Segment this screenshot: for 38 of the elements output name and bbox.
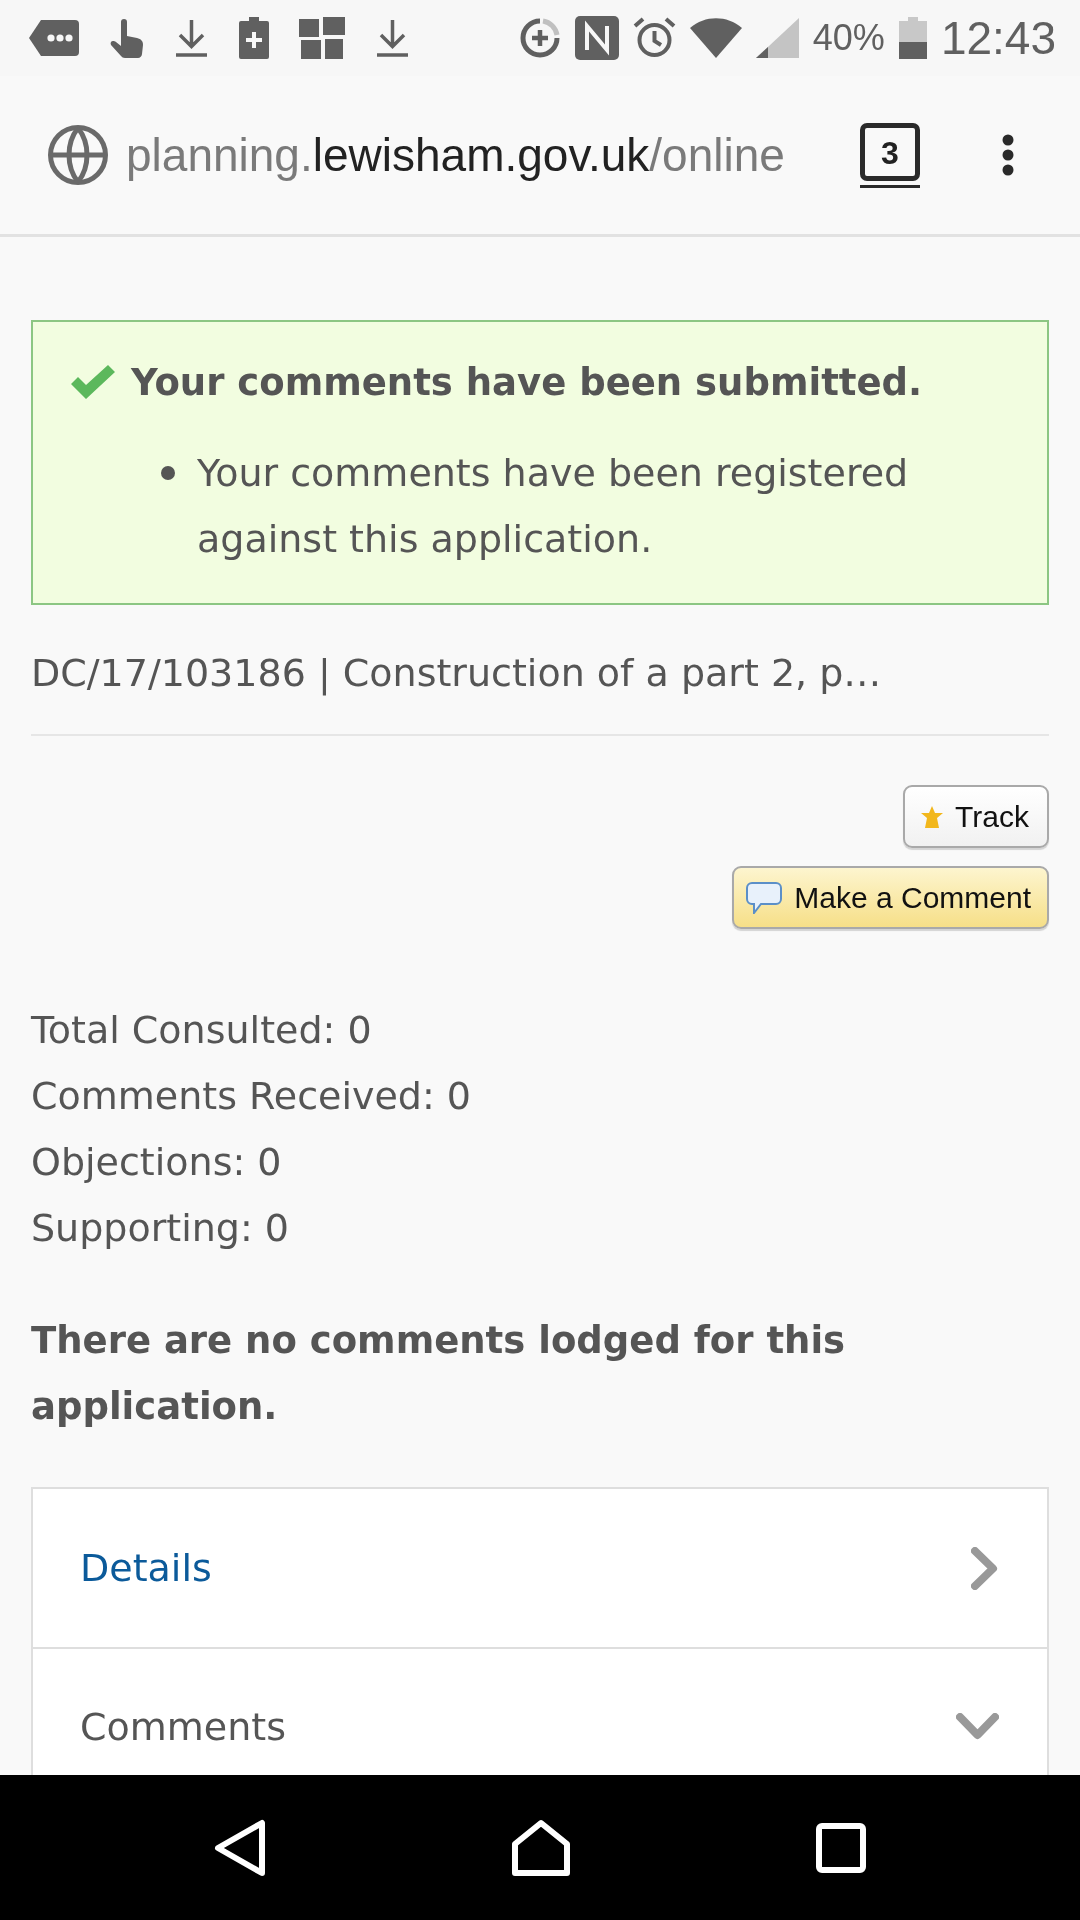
signal-icon [755,18,799,58]
alert-title: Your comments have been submitted. [131,360,923,404]
details-link[interactable]: Details [80,1546,212,1590]
make-comment-button[interactable]: Make a Comment [732,866,1049,929]
wifi-icon [689,18,742,58]
stat-text: Comments Received: 0 [31,1073,472,1120]
battery-plus-icon [239,17,269,59]
bullet-icon [161,466,175,480]
chevron-right-icon [971,1546,999,1590]
circle-plus-icon [518,17,561,59]
track-button[interactable]: Track [903,785,1049,848]
speech-bubble-icon [746,881,783,914]
section-header[interactable]: Comments [80,1705,286,1749]
menu-icon[interactable] [1002,134,1014,176]
battery-icon [898,17,927,59]
url-text[interactable]: planning.lewisham.gov.uk/online [126,128,826,182]
download-icon [174,18,209,58]
stat-text: Objections: 0 [31,1139,283,1186]
globe-icon [48,125,108,185]
notification-tag-icon [29,20,79,56]
chevron-down-icon [956,1713,999,1741]
star-icon [921,805,944,828]
home-icon[interactable] [511,1818,571,1877]
stat-text: Supporting: 0 [31,1205,291,1252]
application-heading: DC/17/103186 | Construction of a part 2, p… [31,651,882,695]
clock-time: 12:43 [940,11,1056,65]
hand-pointer-icon [109,18,144,58]
recent-apps-icon[interactable] [816,1822,866,1873]
nfc-icon [574,16,619,60]
back-icon[interactable] [214,1818,266,1877]
no-comments-notice: There are no comments lodged for this application. [31,1318,847,1430]
download-icon [375,18,410,58]
grid-pattern-icon [299,17,345,59]
alarm-clock-icon [632,17,676,59]
alert-text: Your comments have been registered against this application. [197,450,910,563]
battery-percent: 40% [812,17,885,59]
checkmark-icon [71,365,115,399]
stat-text: Total Consulted: 0 [31,1007,373,1054]
